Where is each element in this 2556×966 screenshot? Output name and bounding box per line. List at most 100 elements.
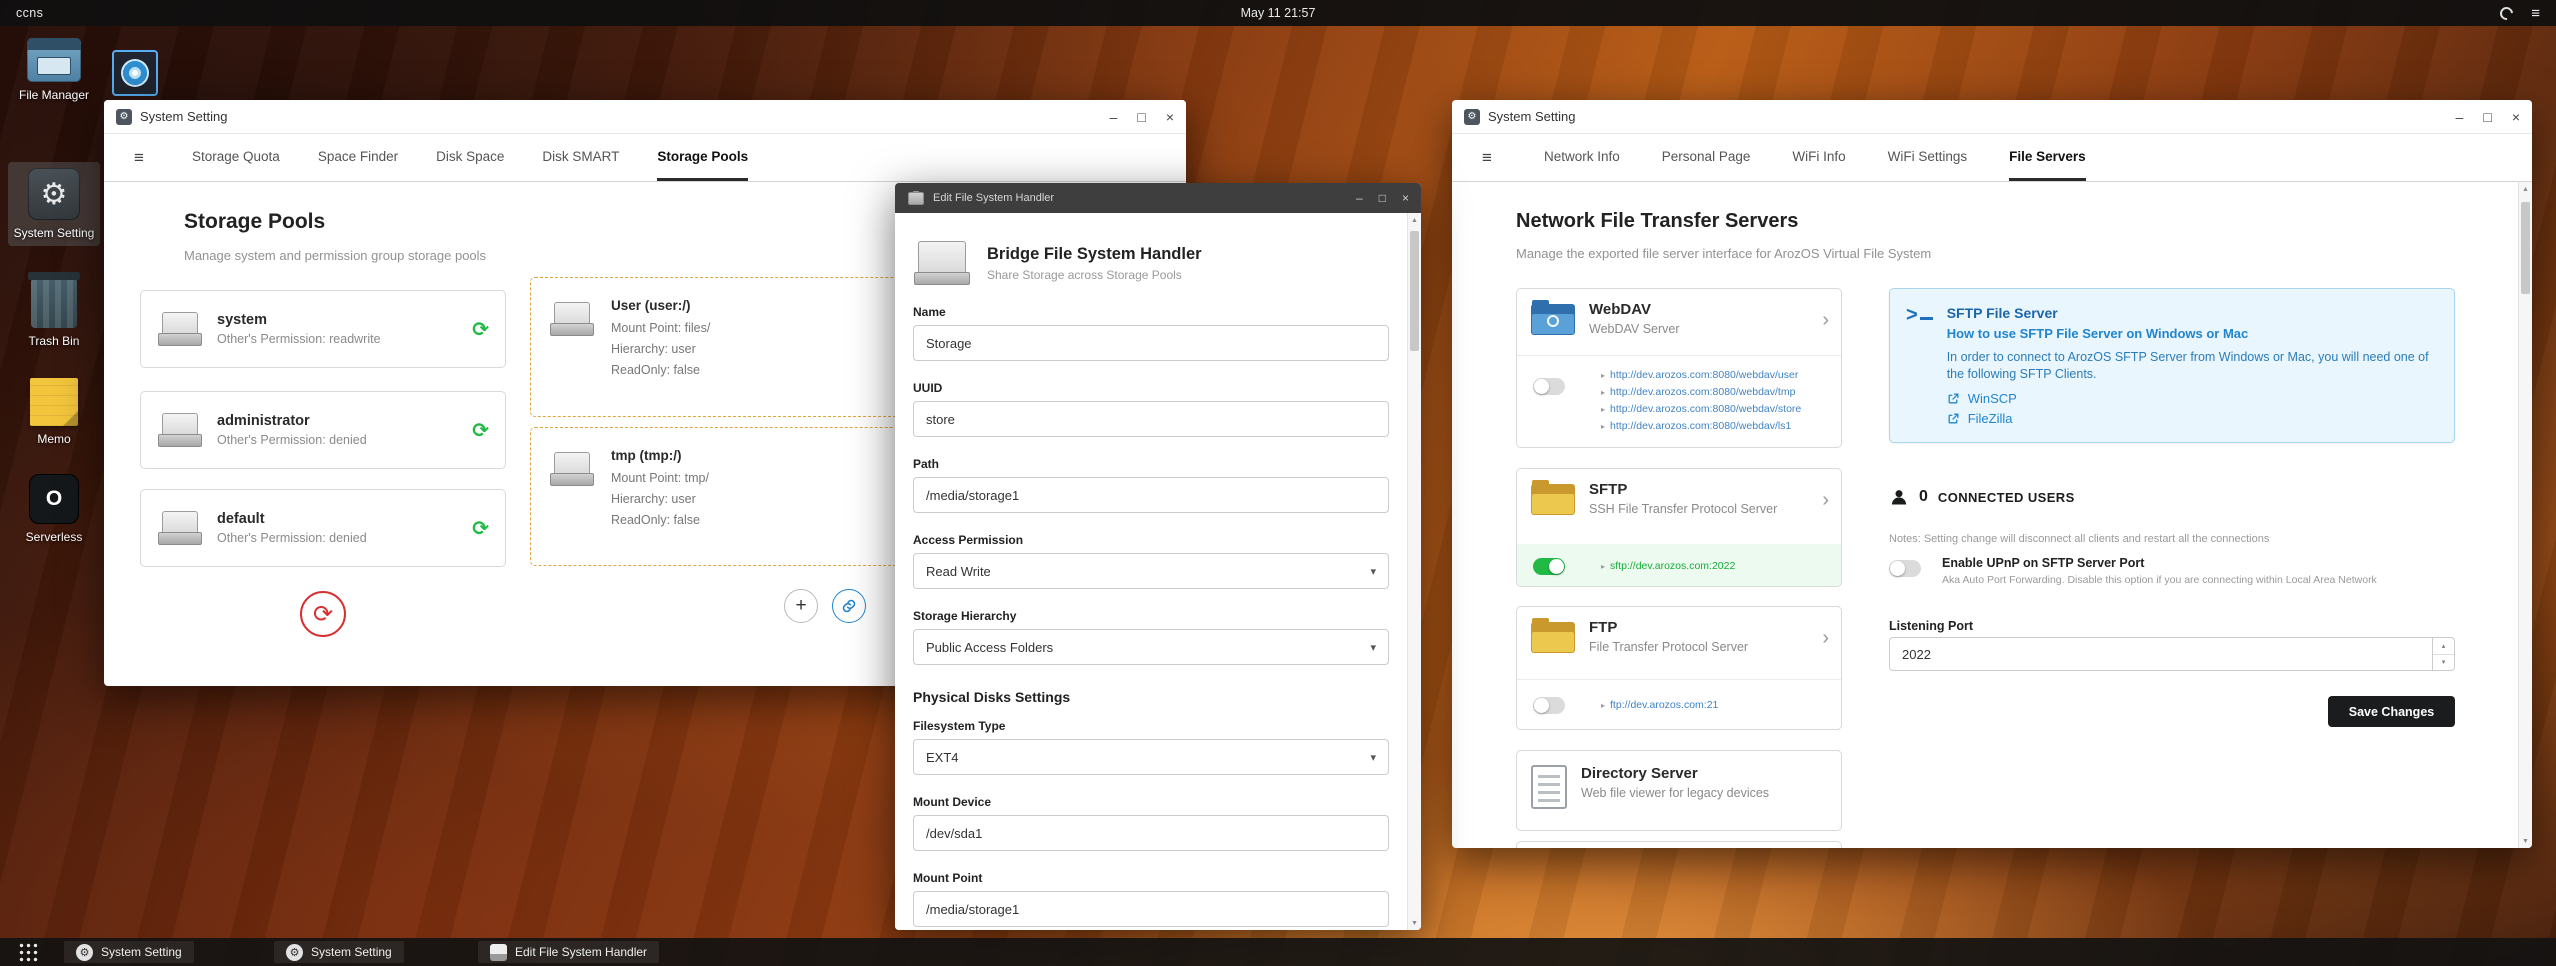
tab-wifi-settings[interactable]: WiFi Settings (1888, 134, 1968, 181)
save-changes-button[interactable]: Save Changes (2328, 696, 2455, 727)
sftp-link[interactable]: sftp://dev.arozos.com:2022 (1610, 558, 1735, 575)
tab-file-servers[interactable]: File Servers (2009, 134, 2086, 181)
chevron-right-icon[interactable]: › (1822, 627, 1829, 650)
server-card-directory[interactable]: Directory Server Web file viewer for leg… (1516, 750, 1842, 831)
left-window-titlebar[interactable]: ⚙ System Setting – □ × (104, 100, 1186, 134)
tab-network-info[interactable]: Network Info (1544, 134, 1620, 181)
sync-icon[interactable]: ⟳ (472, 418, 489, 443)
tab-storage-pools[interactable]: Storage Pools (657, 134, 749, 181)
mount-card-tmp[interactable]: tmp (tmp:/) Mount Point: tmp/ Hierarchy:… (530, 427, 918, 566)
taskbar-item-system-setting-1[interactable]: ⚙ System Setting (64, 941, 194, 963)
gear-icon: ⚙ (286, 943, 303, 961)
editor-window-title: Edit File System Handler (933, 192, 1055, 204)
mount-point-input[interactable] (913, 891, 1389, 927)
desktop-icon-memo[interactable]: Memo (8, 378, 100, 446)
link-icon (842, 599, 856, 613)
stepper-down-icon[interactable]: ▾ (2433, 655, 2454, 671)
close-button[interactable]: × (1402, 191, 1409, 205)
reload-pools-button[interactable]: ⟳ (300, 591, 346, 637)
minimize-button[interactable]: – (1110, 110, 1118, 124)
desktop-icon-disc-selected[interactable] (110, 50, 160, 96)
sync-icon[interactable]: ⟳ (472, 317, 489, 342)
tab-personal-page[interactable]: Personal Page (1662, 134, 1751, 181)
bridge-fs-handler-button[interactable] (832, 589, 866, 623)
system-menu-icon[interactable]: ≡ (2531, 6, 2540, 21)
pool-card-system[interactable]: system Other's Permission: readwrite ⟳ (140, 290, 506, 368)
uuid-input[interactable] (913, 401, 1389, 437)
path-input[interactable] (913, 477, 1389, 513)
scrollbar-thumb[interactable] (1410, 231, 1419, 351)
maximize-button[interactable]: □ (1379, 191, 1386, 205)
right-window-titlebar[interactable]: ⚙ System Setting – □ × (1452, 100, 2532, 134)
taskbar-item-edit-fs-handler[interactable]: Edit File System Handler (478, 941, 660, 963)
storage-hierarchy-select[interactable]: Public Access Folders ▾ (913, 629, 1389, 665)
port-stepper[interactable]: ▴ ▾ (2432, 638, 2454, 670)
webdav-toggle[interactable] (1533, 378, 1565, 395)
bullet-icon: ▸ (1601, 701, 1606, 710)
desktop-icon-serverless[interactable]: O Serverless (8, 474, 100, 544)
listening-port-input[interactable] (1890, 638, 2432, 670)
add-fs-handler-button[interactable]: + (784, 589, 818, 623)
gear-icon: ⚙ (28, 168, 80, 220)
sftp-toggle[interactable] (1533, 558, 1565, 575)
sync-icon[interactable]: ⟳ (472, 516, 489, 541)
webdav-link[interactable]: http://dev.arozos.com:8080/webdav/ls1 (1610, 418, 1791, 435)
close-button[interactable]: × (2512, 110, 2520, 124)
server-card-sftp[interactable]: SFTP SSH File Transfer Protocol Server ›… (1516, 468, 1842, 587)
chevron-right-icon[interactable]: › (1822, 489, 1829, 512)
webdav-link[interactable]: http://dev.arozos.com:8080/webdav/tmp (1610, 384, 1795, 401)
hamburger-icon[interactable]: ≡ (134, 148, 154, 168)
tab-storage-quota[interactable]: Storage Quota (192, 134, 280, 181)
desktop-icon-file-manager[interactable]: File Manager (8, 38, 100, 102)
hamburger-icon[interactable]: ≡ (1482, 148, 1502, 168)
scroll-up-icon[interactable]: ▲ (2519, 182, 2532, 196)
maximize-button[interactable]: □ (2483, 110, 2491, 124)
ftp-toggle[interactable] (1533, 697, 1565, 714)
filesystem-type-select[interactable]: EXT4 ▾ (913, 739, 1389, 775)
ftp-link[interactable]: ftp://dev.arozos.com:21 (1610, 697, 1718, 714)
upnp-toggle[interactable] (1889, 560, 1921, 577)
tab-disk-smart[interactable]: Disk SMART (542, 134, 619, 181)
hostname-label: ccns (16, 6, 44, 20)
right-window-scrollbar[interactable]: ▲ ▼ (2518, 182, 2532, 848)
mount-card-user[interactable]: User (user:/) Mount Point: files/ Hierar… (530, 277, 918, 417)
scrollbar-thumb[interactable] (2521, 202, 2530, 294)
tab-space-finder[interactable]: Space Finder (318, 134, 398, 181)
mount-device-input[interactable] (913, 815, 1389, 851)
desktop-icon-trash-bin[interactable]: Trash Bin (8, 272, 100, 348)
clock: May 11 21:57 (1240, 6, 1316, 20)
left-window-tabbar: ≡ Storage Quota Space Finder Disk Space … (104, 134, 1186, 182)
caret-down-icon: ▾ (1370, 565, 1376, 578)
scroll-down-icon[interactable]: ▼ (1408, 916, 1421, 930)
pool-card-administrator[interactable]: administrator Other's Permission: denied… (140, 391, 506, 469)
minimize-button[interactable]: – (1356, 191, 1363, 205)
apps-grid-icon[interactable] (18, 942, 38, 962)
editor-titlebar[interactable]: Edit File System Handler – □ × (895, 183, 1421, 213)
physical-disks-section-title: Physical Disks Settings (913, 689, 1071, 705)
disk-icon (157, 312, 203, 346)
webdav-link[interactable]: http://dev.arozos.com:8080/webdav/user (1610, 367, 1798, 384)
editor-scrollbar[interactable]: ▲ ▼ (1407, 213, 1421, 930)
winscp-link[interactable]: WinSCP (1947, 391, 2436, 406)
chevron-right-icon[interactable]: › (1822, 309, 1829, 332)
scroll-up-icon[interactable]: ▲ (1408, 213, 1421, 227)
desktop-icon-system-setting[interactable]: ⚙ System Setting (8, 162, 100, 246)
taskbar-item-system-setting-2[interactable]: ⚙ System Setting (274, 941, 404, 963)
scroll-down-icon[interactable]: ▼ (2519, 834, 2532, 848)
bullet-icon: ▸ (1601, 562, 1606, 571)
close-button[interactable]: × (1166, 110, 1174, 124)
server-card-webdav[interactable]: WebDAV WebDAV Server › ▸ http://dev.arozo… (1516, 288, 1842, 448)
stepper-up-icon[interactable]: ▴ (2433, 638, 2454, 655)
fs-handler-icon (490, 943, 507, 961)
minimize-button[interactable]: – (2456, 110, 2464, 124)
pool-card-default[interactable]: default Other's Permission: denied ⟳ (140, 489, 506, 567)
server-card-ftp[interactable]: FTP File Transfer Protocol Server › ▸ ft… (1516, 606, 1842, 730)
tab-disk-space[interactable]: Disk Space (436, 134, 504, 181)
name-input[interactable] (913, 325, 1389, 361)
bullet-icon: ▸ (1601, 388, 1606, 397)
access-permission-select[interactable]: Read Write ▾ (913, 553, 1389, 589)
webdav-link[interactable]: http://dev.arozos.com:8080/webdav/store (1610, 401, 1801, 418)
tab-wifi-info[interactable]: WiFi Info (1792, 134, 1845, 181)
filezilla-link[interactable]: FileZilla (1947, 411, 2436, 426)
maximize-button[interactable]: □ (1137, 110, 1145, 124)
